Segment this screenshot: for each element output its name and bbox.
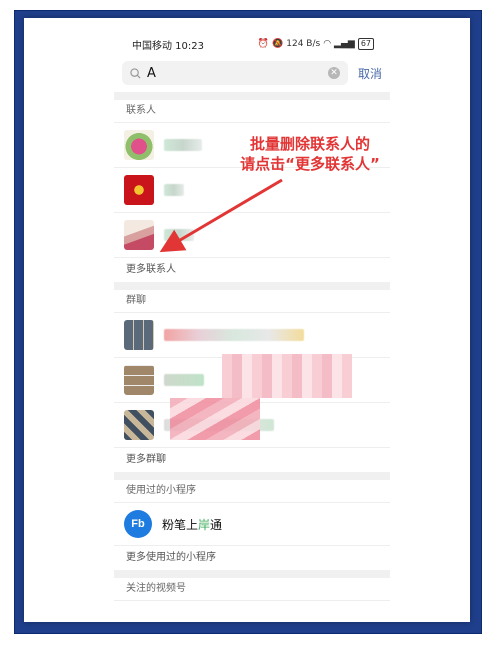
more-contacts-link[interactable]: 更多联系人 xyxy=(114,258,390,282)
group-name-blurred xyxy=(164,329,304,341)
divider xyxy=(114,570,390,578)
carrier-time: 中国移动 10:23 xyxy=(132,40,204,52)
contact-name-blurred xyxy=(164,184,184,196)
section-mini-programs-label: 使用过的小程序 xyxy=(114,480,390,503)
contact-name-blurred xyxy=(164,139,202,151)
wifi-icon: ◠ xyxy=(323,39,332,49)
mini-program-row[interactable]: Fb 粉笔上岸通 xyxy=(114,503,390,546)
battery-indicator: 67 xyxy=(357,38,374,50)
mini-name-part2: 通 xyxy=(210,517,223,532)
divider xyxy=(114,92,390,100)
divider xyxy=(114,282,390,290)
contact-row[interactable] xyxy=(114,213,390,258)
contact-avatar xyxy=(124,220,154,250)
status-icons: ⏰ 🔕 124 B/s ◠ ▂▄▆ 67 xyxy=(258,38,374,50)
status-bar: 中国移动 10:23 ⏰ 🔕 124 B/s ◠ ▂▄▆ 67 xyxy=(114,28,390,60)
mute-icon: 🔕 xyxy=(272,39,284,49)
group-avatar xyxy=(124,410,154,440)
signal-icon: ▂▄▆ xyxy=(334,39,355,49)
section-channels-label: 关注的视频号 xyxy=(114,578,390,601)
section-groups-label: 群聊 xyxy=(114,290,390,313)
annotation-line2: 请点击“更多联系人” xyxy=(240,155,380,173)
fenbi-logo-icon: Fb xyxy=(124,510,152,538)
clear-icon[interactable]: ✕ xyxy=(327,67,340,79)
search-query: A xyxy=(147,65,156,81)
group-row[interactable] xyxy=(114,313,390,358)
group-avatar xyxy=(124,365,154,395)
redaction-mosaic xyxy=(222,354,352,398)
redaction-mosaic xyxy=(170,398,260,440)
divider xyxy=(114,472,390,480)
contact-name-blurred xyxy=(164,229,194,241)
annotation-line1: 批量删除联系人的 xyxy=(249,135,370,153)
more-groups-link[interactable]: 更多群聊 xyxy=(114,448,390,472)
network-speed: 124 B/s xyxy=(286,39,321,49)
contact-avatar xyxy=(124,130,154,160)
annotation-text: 批量删除联系人的 请点击“更多联系人” xyxy=(200,134,420,174)
search-icon xyxy=(130,67,141,79)
search-input[interactable]: A ✕ xyxy=(122,61,348,85)
mini-name-highlight: 岸 xyxy=(198,517,211,532)
group-avatar xyxy=(124,320,154,350)
search-row: A ✕ 取消 xyxy=(114,60,390,86)
alarm-icon: ⏰ xyxy=(257,39,270,49)
contact-avatar xyxy=(124,175,154,205)
more-mini-programs-link[interactable]: 更多使用过的小程序 xyxy=(114,546,390,570)
section-contacts-label: 联系人 xyxy=(114,100,390,123)
phone-screen: 中国移动 10:23 ⏰ 🔕 124 B/s ◠ ▂▄▆ 67 A ✕ 取消 联… xyxy=(114,28,390,620)
mini-name-part1: 粉笔上 xyxy=(162,517,199,532)
group-name-blurred xyxy=(164,374,204,386)
cancel-button[interactable]: 取消 xyxy=(358,65,382,82)
contact-row[interactable] xyxy=(114,168,390,213)
mini-program-name: 粉笔上岸通 xyxy=(162,516,222,533)
